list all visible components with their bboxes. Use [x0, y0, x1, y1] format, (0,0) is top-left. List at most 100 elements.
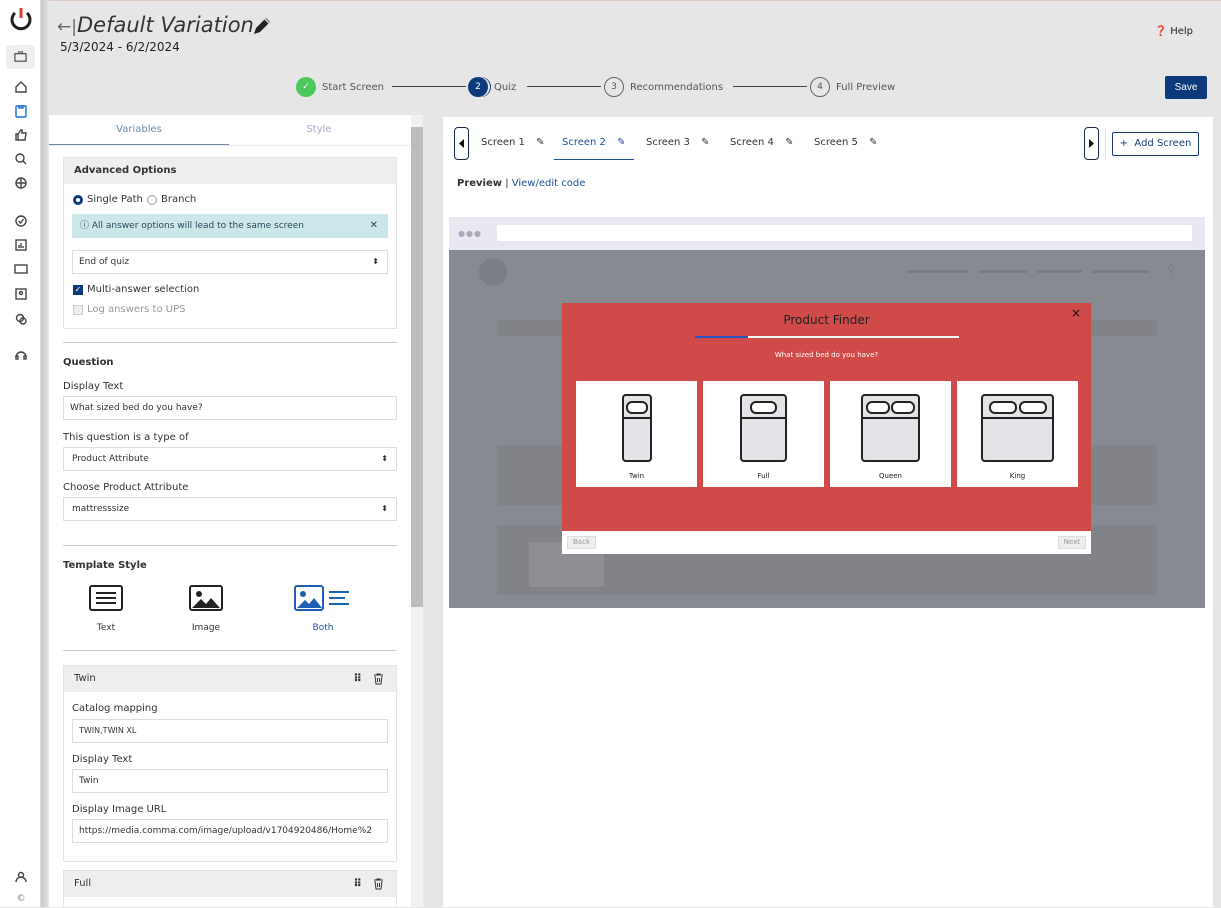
save-button[interactable]: Save	[1165, 76, 1207, 99]
question-section-title: Question	[63, 357, 114, 368]
user-icon[interactable]	[12, 870, 30, 888]
checkbox-checked-icon: ✓	[73, 284, 83, 295]
log-answers-checkbox[interactable]: Log answers to UPS	[73, 304, 185, 315]
screen-tab-1[interactable]: Screen 1 ✎	[481, 130, 545, 160]
left-panel-scrollbar[interactable]	[411, 115, 423, 907]
multi-answer-checkbox[interactable]: ✓ Multi-answer selection	[73, 284, 199, 295]
preview-label: Preview | View/edit code	[457, 178, 586, 189]
catalog-mapping-input[interactable]: TWIN,TWIN XL	[72, 719, 388, 743]
answer-display-text-input[interactable]: Twin	[72, 769, 388, 793]
back-button[interactable]: Back	[567, 536, 596, 549]
step-recommendations[interactable]: 3 Recommendations	[604, 76, 723, 98]
close-alert-icon[interactable]: ✕	[370, 214, 378, 238]
page-title: Default Variation	[77, 13, 254, 37]
text-template-icon	[89, 585, 123, 611]
divider	[1105, 127, 1106, 160]
step-start-screen[interactable]: ✓ Start Screen	[296, 76, 384, 98]
caret-right-icon	[1089, 139, 1094, 148]
next-screen-button[interactable]	[1084, 127, 1099, 160]
screen-tab-4[interactable]: Screen 4 ✎	[730, 130, 794, 160]
globe-icon[interactable]	[12, 176, 30, 194]
template-text-option[interactable]: Text	[79, 585, 133, 633]
pencil-icon[interactable]: ✎	[701, 137, 709, 148]
id-card-icon[interactable]	[12, 287, 30, 305]
branch-radio[interactable]: Branch	[147, 194, 196, 205]
window-dots-icon: ●●●	[458, 229, 482, 238]
step-connector	[392, 86, 466, 87]
nav-placeholder	[907, 270, 969, 273]
destination-select[interactable]: End of quiz	[72, 250, 388, 274]
thumbs-up-icon[interactable]	[12, 128, 30, 146]
queen-bed-icon	[861, 394, 920, 462]
advanced-options-title: Advanced Options	[64, 158, 396, 184]
option-king[interactable]: King	[957, 381, 1078, 487]
modal-close-icon[interactable]: ×	[1071, 306, 1081, 320]
rail-shadow	[41, 0, 49, 907]
drag-handle-icon[interactable]: ⠿	[353, 871, 362, 897]
clipboard-icon[interactable]	[12, 104, 30, 122]
display-text-input[interactable]: What sized bed do you have?	[63, 396, 397, 420]
pencil-icon[interactable]: ✎	[617, 137, 625, 148]
screen-tab-3[interactable]: Screen 3 ✎	[646, 130, 710, 160]
divider	[63, 342, 397, 343]
prev-screen-button[interactable]	[454, 127, 469, 160]
home-icon[interactable]	[12, 80, 30, 98]
chart-icon[interactable]	[12, 238, 30, 256]
answer-card-header: Twin ⠿	[64, 666, 396, 692]
scrollbar-thumb[interactable]	[411, 127, 423, 607]
trash-icon[interactable]	[373, 673, 384, 685]
modal-footer: Back Next	[562, 531, 1091, 554]
quiz-progress-bar	[695, 336, 959, 338]
option-twin[interactable]: Twin	[576, 381, 697, 487]
product-finder-modal: Product Finder × What sized bed do you h…	[562, 303, 1091, 554]
back-arrow-icon[interactable]: ←|	[57, 17, 77, 37]
edit-title-pencil-icon[interactable]	[251, 15, 273, 37]
site-search-icon: ⚲	[1167, 262, 1176, 276]
twin-bed-icon	[622, 394, 652, 462]
briefcase-icon[interactable]	[6, 45, 35, 69]
screen-tab-5[interactable]: Screen 5 ✎	[814, 130, 878, 160]
image-url-input[interactable]: https://media.comma.com/image/upload/v17…	[72, 819, 388, 843]
tab-variables[interactable]: Variables	[49, 115, 229, 145]
radio-checked-icon	[73, 194, 83, 205]
advanced-options-card: Advanced Options Single Path Branch ⓘ Al…	[63, 157, 397, 329]
drag-handle-icon[interactable]: ⠿	[353, 666, 362, 692]
step-quiz[interactable]: 2 Quiz	[468, 76, 516, 98]
icon-rail: ©	[0, 0, 41, 907]
users-icon[interactable]	[12, 312, 30, 330]
caret-left-icon	[459, 139, 464, 148]
power-logo-icon[interactable]	[8, 6, 34, 32]
view-edit-code-link[interactable]: View/edit code	[512, 178, 586, 189]
pencil-icon[interactable]: ✎	[869, 137, 877, 148]
option-full[interactable]: Full	[703, 381, 824, 487]
trash-icon[interactable]	[373, 878, 384, 890]
check-circle-icon[interactable]	[12, 214, 30, 232]
nav-placeholder	[1092, 270, 1149, 273]
ticket-icon[interactable]	[12, 262, 30, 280]
add-screen-button[interactable]: + Add Screen	[1112, 132, 1199, 156]
screen-tab-2[interactable]: Screen 2 ✎	[554, 130, 634, 160]
answer-card-full: Full ⠿	[63, 870, 397, 907]
step-full-preview[interactable]: 4 Full Preview	[810, 76, 895, 98]
pencil-icon[interactable]: ✎	[785, 137, 793, 148]
help-link[interactable]: ❓ Help	[1155, 26, 1193, 37]
quiz-question: What sized bed do you have?	[774, 351, 879, 359]
product-attribute-select[interactable]: mattresssize	[63, 497, 397, 521]
plus-icon: +	[1119, 138, 1129, 149]
next-button[interactable]: Next	[1057, 536, 1086, 549]
step-connector	[733, 86, 807, 87]
search-icon[interactable]	[12, 152, 30, 170]
tab-style[interactable]: Style	[229, 115, 409, 145]
answer-card-twin: Twin ⠿ Catalog mapping TWIN,TWIN XL Disp…	[63, 665, 397, 862]
king-bed-icon	[981, 394, 1054, 462]
single-path-radio[interactable]: Single Path	[73, 194, 143, 205]
option-queen[interactable]: Queen	[830, 381, 951, 487]
template-both-option[interactable]: Both	[292, 585, 354, 633]
template-image-option[interactable]: Image	[179, 585, 233, 633]
question-type-select[interactable]: Product Attribute	[63, 447, 397, 471]
pencil-icon[interactable]: ✎	[536, 137, 544, 148]
support-icon[interactable]	[12, 348, 30, 366]
catalog-mapping-label: Catalog mapping	[72, 703, 158, 714]
divider	[63, 545, 397, 546]
display-text-label: Display Text	[63, 381, 124, 392]
